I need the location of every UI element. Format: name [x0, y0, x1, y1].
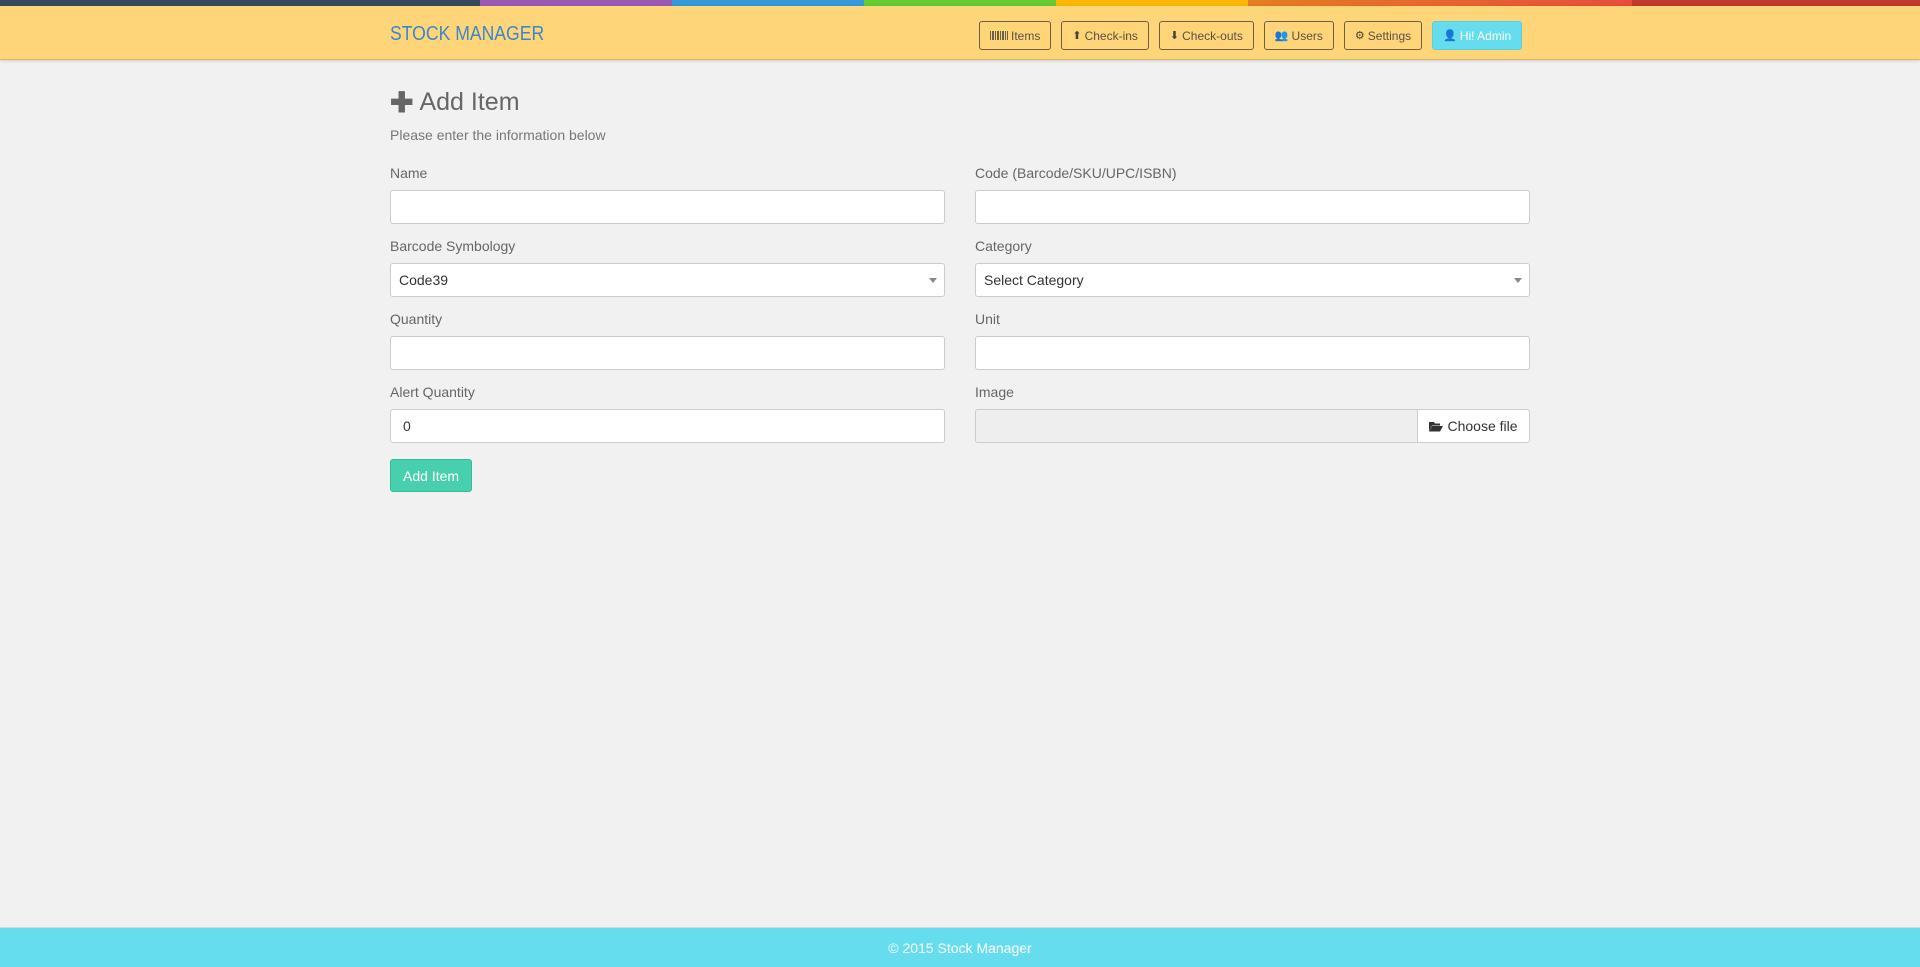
quantity-label: Quantity: [390, 311, 443, 327]
alert-quantity-label: Alert Quantity: [390, 384, 475, 400]
plus-icon: ✚: [390, 86, 414, 118]
name-group: Name: [390, 165, 945, 224]
unit-group: Unit: [975, 311, 1530, 370]
barcode-symbology-label: Barcode Symbology: [390, 238, 516, 254]
nav-items-button[interactable]: Items: [979, 21, 1052, 50]
barcode-symbology-value: Code39: [399, 272, 449, 288]
nav-settings-button[interactable]: ⚙ Settings: [1343, 21, 1423, 50]
choose-file-button[interactable]: Choose file: [1417, 409, 1530, 443]
image-file-name-display[interactable]: [975, 409, 1417, 443]
alert-quantity-group: Alert Quantity: [390, 384, 945, 443]
submit-row: Add Item: [390, 457, 945, 492]
category-label: Category: [975, 238, 1032, 254]
chevron-down-icon: [1514, 278, 1522, 283]
category-group: Category Select Category: [975, 238, 1530, 297]
user-menu-button[interactable]: 👤 Hi! Admin: [1432, 21, 1523, 50]
unit-label: Unit: [975, 311, 1000, 327]
cogs-icon: ⚙: [1354, 30, 1365, 42]
users-icon: 👥: [1274, 30, 1289, 42]
quantity-input[interactable]: [390, 336, 945, 370]
nav-users-button[interactable]: 👥 Users: [1263, 21, 1334, 50]
page-subtitle: Please enter the information below: [390, 127, 606, 143]
barcode-symbology-select[interactable]: Code39: [390, 263, 945, 297]
nav-checkouts-button[interactable]: ⬇ Check-outs: [1158, 21, 1254, 50]
page-title: ✚ Add Item: [390, 88, 1530, 117]
chevron-down-icon: [929, 278, 937, 283]
footer-copyright: © 2015 Stock Manager: [888, 940, 1032, 956]
nav-checkins-label: Check-ins: [1084, 28, 1138, 43]
code-label: Code (Barcode/SKU/UPC/ISBN): [975, 165, 1177, 181]
arrow-circle-up-icon: ⬆: [1072, 30, 1082, 42]
brand-logo[interactable]: STOCK MANAGER: [390, 23, 544, 46]
user-menu-label: Hi! Admin: [1459, 28, 1512, 43]
user-icon: 👤: [1443, 30, 1457, 42]
barcode-symbology-group: Barcode Symbology Code39: [390, 238, 945, 297]
nav-settings-label: Settings: [1367, 28, 1412, 43]
barcode-icon: [990, 31, 1008, 40]
nav-buttons: Items ⬆ Check-ins ⬇ Check-outs 👥 Users ⚙…: [979, 21, 1523, 50]
navbar: STOCK MANAGER Items ⬆ Check-ins ⬇ Check-…: [0, 6, 1920, 60]
quantity-group: Quantity: [390, 311, 945, 370]
image-label: Image: [975, 384, 1014, 400]
main-content: ✚ Add Item Please enter the information …: [390, 60, 1530, 492]
code-group: Code (Barcode/SKU/UPC/ISBN): [975, 165, 1530, 224]
image-group: Image Choose file: [975, 384, 1530, 443]
folder-open-icon: [1429, 421, 1444, 431]
arrow-circle-down-icon: ⬇: [1169, 30, 1180, 42]
name-label: Name: [390, 165, 428, 181]
add-item-form: Name Code (Barcode/SKU/UPC/ISBN) Barcode…: [390, 165, 1530, 492]
choose-file-label: Choose file: [1447, 418, 1518, 434]
nav-checkins-button[interactable]: ⬆ Check-ins: [1061, 21, 1149, 50]
category-value: Select Category: [984, 272, 1084, 288]
nav-users-label: Users: [1291, 28, 1323, 43]
image-file-input: Choose file: [975, 409, 1530, 443]
code-input[interactable]: [975, 190, 1530, 224]
nav-items-label: Items: [1011, 28, 1041, 43]
category-select[interactable]: Select Category: [975, 263, 1530, 297]
name-input[interactable]: [390, 190, 945, 224]
alert-quantity-input[interactable]: [390, 409, 945, 443]
unit-input[interactable]: [975, 336, 1530, 370]
footer: © 2015 Stock Manager: [0, 927, 1920, 967]
nav-checkouts-label: Check-outs: [1182, 28, 1243, 43]
page-title-text: Add Item: [419, 88, 520, 116]
add-item-submit-button[interactable]: Add Item: [390, 459, 473, 492]
